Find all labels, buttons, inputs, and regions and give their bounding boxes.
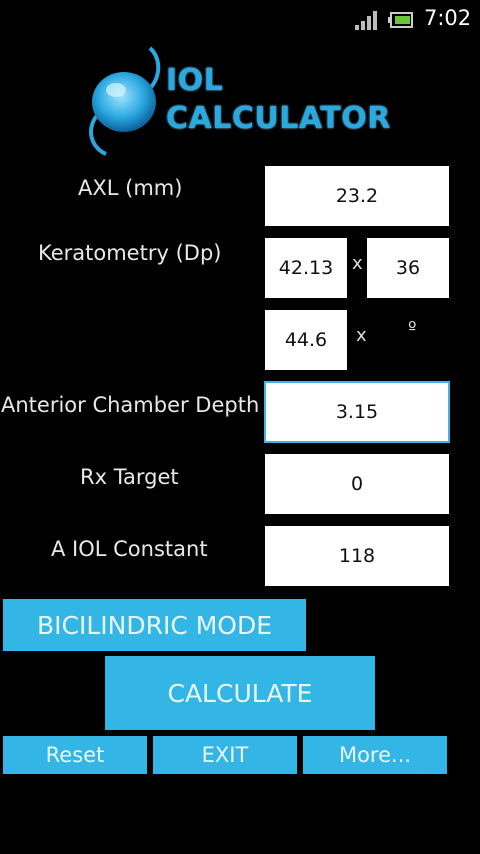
axl-label: AXL (mm) <box>78 176 183 200</box>
more-button[interactable]: More... <box>303 736 447 774</box>
bicilindric-mode-button[interactable]: BICILINDRIC MODE <box>3 599 306 651</box>
a-constant-label: A IOL Constant <box>51 537 208 561</box>
axl-input[interactable]: 23.2 <box>265 166 449 226</box>
k1-axis-input[interactable]: 36 <box>367 238 449 298</box>
app-logo: IOL CALCULATOR <box>80 42 420 160</box>
k1-separator: x <box>352 253 363 274</box>
status-bar: 7:02 <box>0 0 480 40</box>
battery-icon <box>388 12 413 28</box>
signal-icon <box>355 11 377 30</box>
app-title: IOL CALCULATOR <box>166 62 391 138</box>
k2-input[interactable]: 44.6 <box>265 310 347 370</box>
rx-target-input[interactable]: 0 <box>265 454 449 514</box>
rx-target-label: Rx Target <box>80 465 179 489</box>
degree-symbol: º <box>408 318 417 339</box>
k1-input[interactable]: 42.13 <box>265 238 347 298</box>
k2-separator: x <box>356 325 367 346</box>
acd-input[interactable]: 3.15 <box>264 381 450 443</box>
app-title-line1: IOL <box>166 63 224 98</box>
a-constant-input[interactable]: 118 <box>265 526 449 586</box>
acd-label: Anterior Chamber Depth <box>1 393 260 417</box>
exit-button[interactable]: EXIT <box>153 736 297 774</box>
screen: 7:02 IOL CALCULATOR AXL (mm) 23.2 Kerato… <box>0 0 480 854</box>
reset-button[interactable]: Reset <box>3 736 147 774</box>
app-title-line2: CALCULATOR <box>166 101 391 136</box>
keratometry-label: Keratometry (Dp) <box>38 241 222 265</box>
calculate-button[interactable]: CALCULATE <box>105 656 375 730</box>
eye-lens-icon <box>89 46 161 156</box>
clock: 7:02 <box>424 6 472 30</box>
